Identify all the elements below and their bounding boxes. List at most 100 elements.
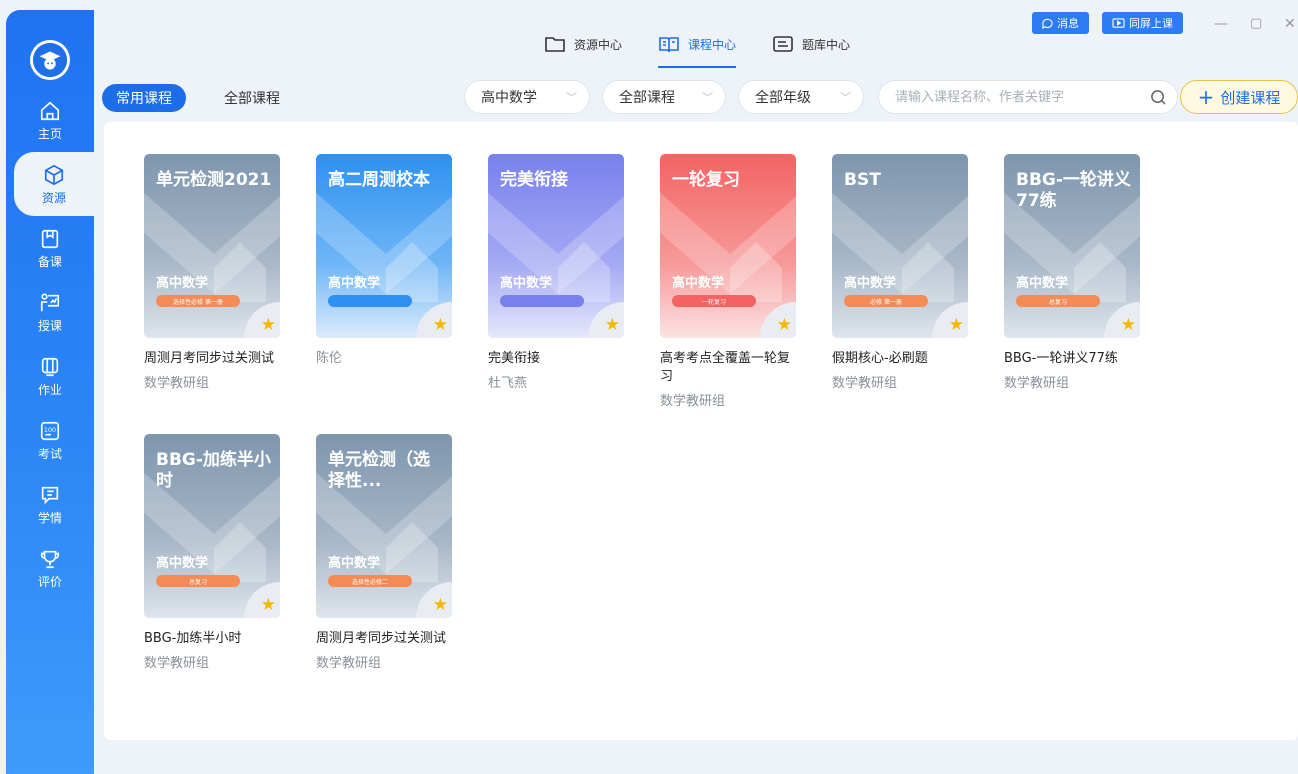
sidebar-item-homework[interactable]: 作业 <box>6 344 94 408</box>
course-name: 假期核心-必刷题 <box>832 351 928 366</box>
cover-title: 单元检测（选择性... <box>328 450 430 491</box>
tab-label: 课程中心 <box>688 37 737 52</box>
course-name: 周测月考同步过关测试 <box>144 351 275 366</box>
course-card[interactable]: 高二周测校本 高中数学 ★ 陈伦 <box>316 154 452 372</box>
create-course-button[interactable]: + 创建课程 <box>1180 80 1298 114</box>
message-button[interactable]: 消息 <box>1032 12 1089 34</box>
svg-text:100: 100 <box>44 426 56 434</box>
star-icon: ★ <box>604 315 620 335</box>
cover-title: BST <box>844 170 881 190</box>
homework-icon <box>41 357 59 377</box>
favorite-button[interactable]: ★ <box>416 302 452 338</box>
course-card[interactable]: BST 高中数学 必修 第一册 ★ 假期核心-必刷题 数学教研组 <box>832 154 968 391</box>
chevron-down-icon: ﹀ <box>702 91 713 104</box>
star-icon: ★ <box>432 315 448 335</box>
course-cover: 单元检测（选择性... 高中数学 选择性必修二 ★ <box>316 434 452 618</box>
favorite-button[interactable]: ★ <box>932 302 968 338</box>
sidebar-label: 资源 <box>41 191 66 205</box>
sidebar-item-teach[interactable]: 授课 <box>6 280 94 344</box>
sidebar-item-resource[interactable]: 资源 <box>14 152 94 216</box>
tab-question-bank[interactable]: 题库中心 <box>772 32 850 56</box>
analysis-icon <box>41 486 59 505</box>
cover-subject: 高中数学 <box>1016 276 1069 291</box>
filter-bar: 常用课程 全部课程 高中数学 ﹀ 全部课程 ﹀ 全部年级 ﹀ + 创建课程 <box>94 72 1298 122</box>
course-author: 数学教研组 <box>832 376 898 391</box>
trophy-icon <box>40 550 60 569</box>
cover-tag: 一轮复习 <box>672 295 756 307</box>
course-author: 数学教研组 <box>144 376 210 391</box>
message-label: 消息 <box>1057 17 1079 30</box>
cover-subject: 高中数学 <box>156 276 209 291</box>
course-card[interactable]: 单元检测2021 高中数学 选择性必修 第一册 ★ 周测月考同步过关测试 数学教… <box>144 154 280 391</box>
maximize-icon[interactable]: ▢ <box>1250 16 1262 31</box>
close-icon[interactable]: ✕ <box>1284 16 1296 32</box>
star-icon: ★ <box>260 595 276 615</box>
play-screen-icon <box>1112 17 1125 28</box>
favorite-button[interactable]: ★ <box>1104 302 1140 338</box>
cover-decoration <box>1074 242 1126 302</box>
star-icon: ★ <box>1120 315 1136 335</box>
course-name: 高考考点全覆盖一轮复习 <box>660 351 791 384</box>
course-author: 数学教研组 <box>660 394 726 409</box>
cover-title: BBG-加练半小时 <box>156 450 271 491</box>
sidebar-item-evaluate[interactable]: 评价 <box>6 536 94 600</box>
star-icon: ★ <box>260 315 276 335</box>
course-panel: 单元检测2021 高中数学 选择性必修 第一册 ★ 周测月考同步过关测试 数学教… <box>104 122 1298 740</box>
favorite-button[interactable]: ★ <box>244 302 280 338</box>
minimize-icon[interactable]: — <box>1214 16 1228 32</box>
sidebar-item-exam[interactable]: 100 考试 <box>6 408 94 472</box>
sync-screen-label: 同屏上课 <box>1129 17 1173 30</box>
cover-title: 完美衔接 <box>500 170 568 190</box>
course-card[interactable]: BBG-加练半小时 高中数学 总复习 ★ BBG-加练半小时 数学教研组 <box>144 434 280 671</box>
tab-label: 题库中心 <box>802 37 851 52</box>
folder-icon <box>545 37 565 52</box>
prepare-icon <box>41 229 59 249</box>
course-type-select[interactable]: 全部课程 ﹀ <box>602 80 726 114</box>
cover-title: 一轮复习 <box>672 170 740 190</box>
tab-course-center[interactable]: 课程中心 <box>658 32 737 68</box>
search-input[interactable] <box>895 89 1135 105</box>
course-card[interactable]: 一轮复习 高中数学 一轮复习 ★ 高考考点全覆盖一轮复习 数学教研组 <box>660 154 796 409</box>
sidebar-item-prepare[interactable]: 备课 <box>6 216 94 280</box>
home-icon <box>40 101 60 121</box>
cover-decoration <box>214 522 266 582</box>
course-author: 杜飞燕 <box>488 376 528 391</box>
sidebar-item-home[interactable]: 主页 <box>6 88 94 152</box>
plus-icon: + <box>1197 85 1215 109</box>
star-icon: ★ <box>948 315 964 335</box>
tab-common-courses[interactable]: 常用课程 <box>102 84 186 112</box>
search-box <box>878 80 1178 114</box>
sidebar-label: 主页 <box>37 127 62 141</box>
cover-title: 单元检测2021 <box>156 170 272 190</box>
course-name: 完美衔接 <box>488 351 541 366</box>
course-cover: 高二周测校本 高中数学 ★ <box>316 154 452 338</box>
sidebar-label: 作业 <box>37 383 62 397</box>
favorite-button[interactable]: ★ <box>416 582 452 618</box>
course-cover: 单元检测2021 高中数学 选择性必修 第一册 ★ <box>144 154 280 338</box>
create-course-label: 创建课程 <box>1220 88 1281 107</box>
sidebar-label: 备课 <box>37 255 62 269</box>
course-card[interactable]: 单元检测（选择性... 高中数学 选择性必修二 ★ 周测月考同步过关测试 数学教… <box>316 434 452 671</box>
subject-select[interactable]: 高中数学 ﹀ <box>464 80 590 114</box>
cover-subject: 高中数学 <box>156 556 209 571</box>
cover-subject: 高中数学 <box>672 276 725 291</box>
tab-all-courses[interactable]: 全部课程 <box>220 84 284 112</box>
cover-decoration <box>902 242 954 302</box>
course-type-value: 全部课程 <box>619 90 675 106</box>
course-author: 数学教研组 <box>316 656 382 671</box>
sidebar-item-analysis[interactable]: 学情 <box>6 472 94 536</box>
sidebar: 主页 资源 备课 授课 作业 100 考试 学情 评价 <box>6 10 94 774</box>
cover-tag: 总复习 <box>1016 295 1100 307</box>
search-icon[interactable] <box>1150 89 1167 106</box>
favorite-button[interactable]: ★ <box>588 302 624 338</box>
course-card[interactable]: 完美衔接 高中数学 ★ 完美衔接 杜飞燕 <box>488 154 624 391</box>
favorite-button[interactable]: ★ <box>760 302 796 338</box>
course-card[interactable]: BBG-一轮讲义77练 高中数学 总复习 ★ BBG-一轮讲义77练 数学教研组 <box>1004 154 1140 391</box>
grade-select[interactable]: 全部年级 ﹀ <box>738 80 864 114</box>
star-icon: ★ <box>432 595 448 615</box>
cover-tag: 选择性必修二 <box>328 575 412 587</box>
tab-resource-center[interactable]: 资源中心 <box>544 32 622 56</box>
sync-screen-button[interactable]: 同屏上课 <box>1102 12 1183 34</box>
favorite-button[interactable]: ★ <box>244 582 280 618</box>
sidebar-label: 学情 <box>37 511 62 525</box>
